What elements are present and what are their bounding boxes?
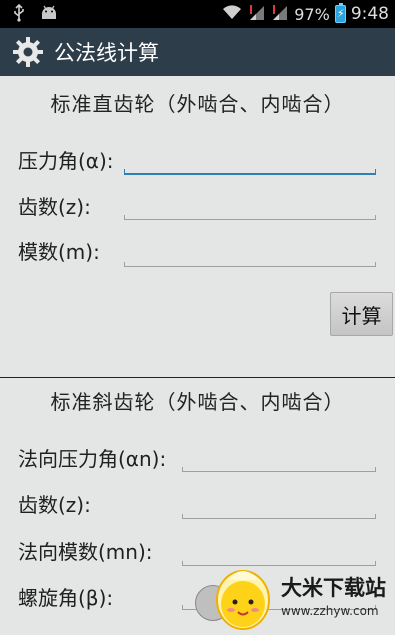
- watermark-title: 大米下载站: [281, 576, 386, 600]
- signal-icon-sim2: [271, 3, 289, 25]
- watermark-url: www.zzhyw.com: [281, 604, 379, 618]
- calculate-button[interactable]: 计算: [330, 292, 393, 336]
- wifi-icon: [221, 3, 243, 25]
- helical-teeth-label: 齿数(z):: [18, 493, 91, 517]
- watermark: 大米下载站 www.zzhyw.com: [195, 555, 395, 635]
- app-title: 公法线计算: [54, 41, 159, 65]
- module-input[interactable]: [124, 249, 376, 267]
- battery-icon: ⚡: [334, 3, 346, 23]
- status-time: 9:48: [350, 4, 389, 24]
- android-icon: [40, 4, 58, 22]
- spur-section-title: 标准直齿轮（外啮合、内啮合）: [50, 92, 345, 116]
- helical-teeth-input[interactable]: [182, 501, 376, 519]
- status-bar: 97% ⚡ 9:48: [0, 0, 395, 28]
- signal-icon-sim1: [248, 3, 266, 25]
- section-divider: [0, 377, 395, 378]
- teeth-label: 齿数(z):: [18, 195, 91, 219]
- helix-angle-label: 螺旋角(β):: [18, 586, 114, 610]
- egg-mascot-icon: [216, 570, 270, 630]
- battery-percent: 97%: [294, 4, 330, 24]
- gear-icon[interactable]: [12, 36, 44, 68]
- teeth-input[interactable]: [124, 202, 376, 220]
- usb-icon: [10, 3, 28, 22]
- pressure-angle-input[interactable]: [124, 157, 376, 175]
- action-bar: 公法线计算: [0, 28, 395, 76]
- normal-module-label: 法向模数(mn):: [18, 540, 153, 564]
- normal-pressure-angle-label: 法向压力角(αn):: [18, 447, 167, 471]
- normal-pressure-angle-input[interactable]: [182, 454, 376, 472]
- helical-section-title: 标准斜齿轮（外啮合、内啮合）: [50, 390, 345, 414]
- module-label: 模数(m):: [18, 240, 100, 264]
- pressure-angle-label: 压力角(α):: [18, 149, 114, 173]
